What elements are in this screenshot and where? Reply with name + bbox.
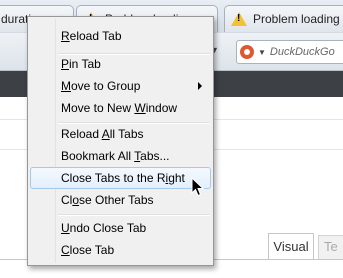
menu-item-close-tab[interactable]: Close Tab xyxy=(30,239,211,261)
menu-item-undo-close-tab[interactable]: Undo Close Tab xyxy=(30,217,211,239)
editor-tab-text[interactable]: Te xyxy=(318,235,343,259)
mouse-pointer-icon xyxy=(191,177,204,197)
editor-tab-visual[interactable]: Visual xyxy=(268,233,314,259)
tab-context-menu: Reload Tab Pin Tab Move to Group Move to… xyxy=(27,16,214,266)
menu-item-pin-tab[interactable]: Pin Tab xyxy=(30,53,211,75)
duckduckgo-icon[interactable] xyxy=(240,45,254,59)
menu-item-label: Move to Group xyxy=(61,79,141,93)
menu-item-label: Close Tab xyxy=(61,243,115,257)
search-input[interactable]: DuckDuckGo xyxy=(270,46,335,58)
menu-item-label: Undo Close Tab xyxy=(61,221,147,235)
warning-icon xyxy=(231,12,247,26)
menu-item-reload-tab[interactable]: Reload Tab xyxy=(30,25,211,47)
tab-title: Problem loading xyxy=(253,12,340,26)
menu-item-label: Pin Tab xyxy=(61,57,101,71)
chevron-down-icon[interactable]: ▼ xyxy=(258,48,266,57)
menu-item-move-to-new-window[interactable]: Move to New Window xyxy=(30,97,211,119)
menu-item-close-tabs-to-the-right[interactable]: Close Tabs to the Right xyxy=(30,167,211,189)
menu-separator xyxy=(58,214,210,216)
menu-item-reload-all-tabs[interactable]: Reload All Tabs xyxy=(30,123,211,145)
menu-item-bookmark-all-tabs[interactable]: Bookmark All Tabs... xyxy=(30,145,211,167)
menu-item-close-other-tabs[interactable]: Close Other Tabs xyxy=(30,189,211,211)
menu-item-label: Bookmark All Tabs... xyxy=(61,149,170,163)
menu-item-label: Reload All Tabs xyxy=(61,127,144,141)
menu-item-move-to-group[interactable]: Move to Group xyxy=(30,75,211,97)
menu-item-label: Close Tabs to the Right xyxy=(61,171,185,185)
search-box[interactable]: ▼ DuckDuckGo xyxy=(236,40,343,64)
menu-item-label: Reload Tab xyxy=(61,29,122,43)
menu-item-label: Close Other Tabs xyxy=(61,193,154,207)
menu-item-label: Move to New Window xyxy=(61,101,178,115)
submenu-arrow-icon xyxy=(198,82,202,90)
tab-3[interactable]: Problem loading xyxy=(224,5,343,32)
